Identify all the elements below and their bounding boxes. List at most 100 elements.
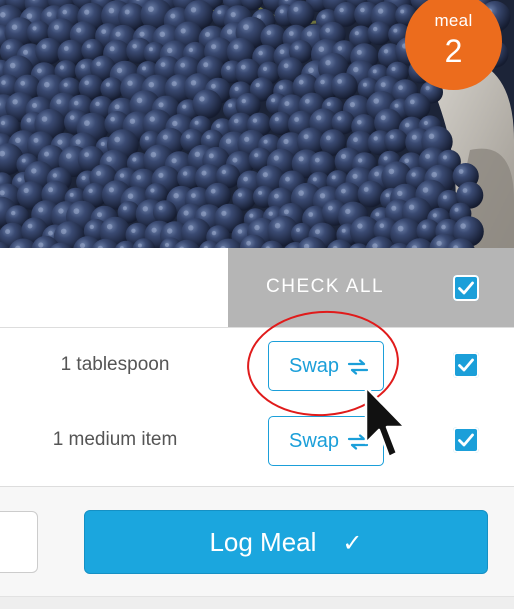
grape-highlight: [380, 82, 386, 88]
grape-highlight: [180, 28, 186, 34]
grape-highlight: [389, 134, 394, 139]
grape: [192, 89, 222, 119]
grape-highlight: [279, 49, 285, 55]
grape-highlight: [279, 9, 284, 14]
check-all-label[interactable]: CHECK ALL: [266, 276, 384, 298]
grape-highlight: [232, 157, 238, 163]
grape-highlight: [80, 64, 86, 69]
grape-highlight: [142, 66, 146, 71]
grape-highlight: [263, 139, 268, 144]
grape-highlight: [230, 12, 236, 18]
grape-highlight: [106, 223, 113, 230]
food-item-checkbox[interactable]: [453, 427, 479, 453]
grape-highlight: [122, 206, 127, 211]
log-meal-button[interactable]: Log Meal ✓: [84, 510, 488, 574]
grape-highlight: [360, 7, 365, 13]
grape-highlight: [160, 62, 166, 67]
grape-highlight: [283, 63, 289, 69]
grape-highlight: [211, 230, 217, 236]
grape: [152, 200, 177, 225]
grape-highlight: [362, 82, 367, 87]
grape-highlight: [201, 170, 207, 176]
grape-highlight: [124, 9, 130, 15]
grape-highlight: [190, 80, 197, 86]
grape-highlight: [316, 115, 322, 121]
grape-highlight: [97, 212, 102, 218]
grape-highlight: [442, 155, 447, 160]
grape-highlight: [172, 120, 178, 127]
grape-highlight: [422, 187, 429, 193]
grape-highlight: [363, 187, 369, 192]
grape-highlight: [188, 225, 194, 231]
grape-highlight: [84, 9, 90, 15]
grape-highlight: [171, 81, 177, 87]
grape-highlight: [243, 24, 249, 30]
grape-highlight: [32, 26, 37, 31]
grape-highlight: [341, 228, 346, 233]
checkmark-icon: [458, 433, 474, 447]
bottom-edge: [0, 596, 514, 609]
meal-photo: meal 2: [0, 0, 514, 248]
grape-highlight: [377, 8, 384, 14]
grape-highlight: [411, 134, 417, 140]
grape-highlight: [167, 228, 173, 234]
grape-highlight: [356, 49, 362, 55]
grape-highlight: [89, 224, 95, 230]
swap-button[interactable]: Swap: [268, 341, 384, 391]
secondary-button[interactable]: [0, 511, 38, 573]
grape-highlight: [119, 173, 125, 178]
meal-badge-number: 2: [444, 33, 463, 69]
grape-highlight: [63, 46, 69, 51]
grape-highlight: [0, 120, 6, 126]
grape-highlight: [341, 188, 346, 194]
grape-highlight: [337, 116, 342, 121]
grape-highlight: [283, 138, 289, 145]
grape-highlight: [58, 208, 64, 214]
grape-highlight: [288, 31, 294, 36]
grape-highlight: [159, 31, 166, 38]
grape-highlight: [327, 205, 333, 211]
grape-highlight: [312, 177, 317, 182]
grape-highlight: [325, 60, 331, 66]
grape-highlight: [380, 115, 386, 121]
grape-highlight: [345, 208, 351, 215]
grape-highlight: [341, 154, 346, 159]
grape-highlight: [357, 223, 363, 229]
grape: [367, 21, 392, 46]
grape-highlight: [84, 120, 90, 126]
grape-highlight: [188, 47, 194, 53]
grape-highlight: [262, 66, 268, 71]
food-item-checkbox[interactable]: [453, 352, 479, 378]
grape-highlight: [101, 29, 107, 34]
grape-highlight: [65, 153, 72, 159]
grape-highlight: [373, 98, 380, 104]
grape-highlight: [139, 31, 145, 37]
grape-highlight: [237, 229, 243, 234]
grape-highlight: [142, 206, 148, 212]
grape-highlight: [228, 103, 233, 108]
grape-highlight: [353, 137, 358, 143]
grape-highlight: [46, 11, 52, 17]
grape-highlight: [33, 137, 39, 143]
grape-highlight: [69, 115, 75, 120]
grape-highlight: [321, 14, 326, 19]
grape-highlight: [268, 211, 273, 216]
grape-highlight: [199, 96, 205, 102]
grape-highlight: [211, 44, 217, 50]
check-all-checkbox[interactable]: [453, 275, 479, 301]
grape: [384, 129, 408, 153]
grape-highlight: [48, 230, 53, 236]
grape-highlight: [274, 193, 279, 199]
grape-highlight: [357, 158, 363, 163]
grape-highlight: [136, 97, 143, 104]
grape-highlight: [349, 102, 355, 108]
grape-highlight: [353, 66, 359, 73]
grape-highlight: [249, 213, 254, 218]
grape-highlight: [162, 134, 168, 140]
grape-highlight: [127, 193, 134, 199]
grape-highlight: [194, 151, 200, 157]
grape-highlight: [115, 31, 121, 37]
grape-highlight: [26, 13, 33, 19]
grape-highlight: [41, 44, 47, 49]
grape-highlight: [164, 242, 170, 248]
